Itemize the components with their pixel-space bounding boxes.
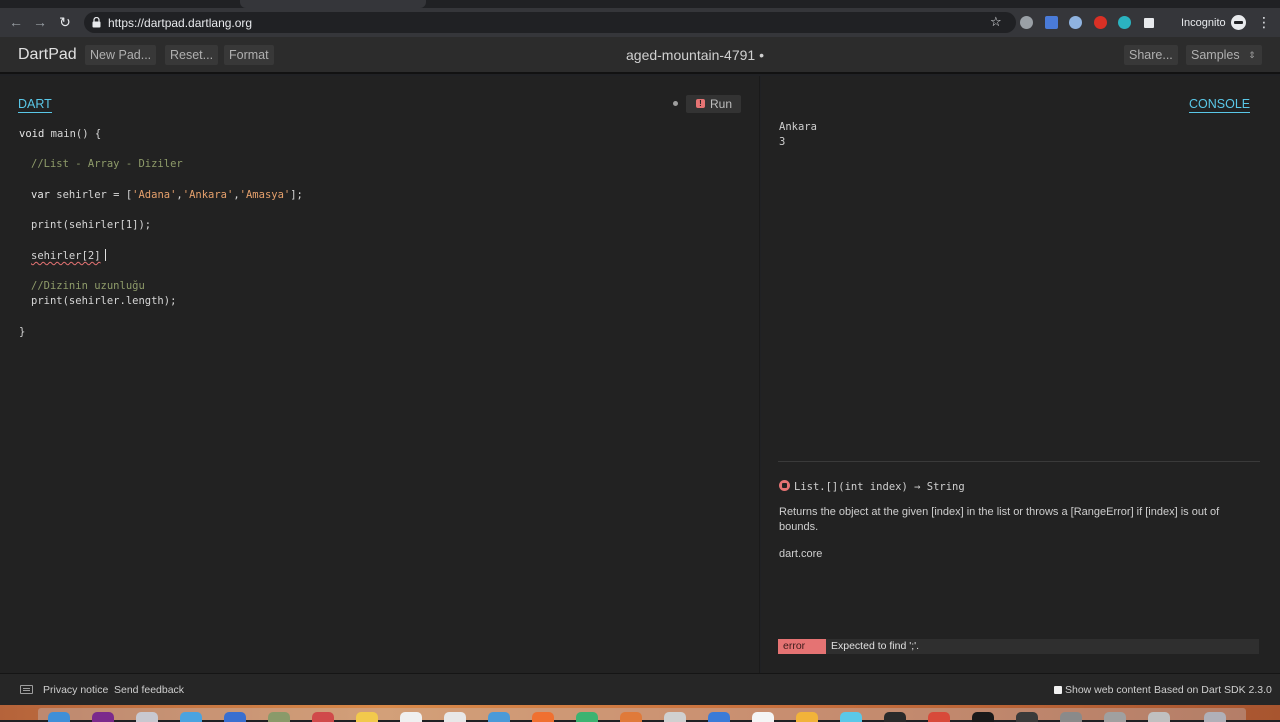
trash-icon[interactable] — [1204, 712, 1226, 722]
share-button[interactable]: Share... — [1124, 45, 1178, 65]
safari-app-icon[interactable] — [180, 712, 202, 722]
app-icon[interactable] — [884, 712, 906, 722]
issue-type-badge: error — [778, 639, 826, 654]
code-comment[interactable]: //List - Array - Diziler — [31, 157, 183, 171]
app-icon[interactable] — [664, 712, 686, 722]
app-icon[interactable] — [928, 712, 950, 722]
signature-text: List.[](int index) → String — [794, 481, 965, 493]
samples-dropdown[interactable]: Samples ⇕ — [1186, 45, 1262, 65]
app-icon[interactable] — [532, 712, 554, 722]
code-line[interactable]: sehirler[2] — [31, 249, 106, 263]
browser-tab-strip — [0, 0, 1280, 8]
documentation-description: Returns the object at the given [index] … — [779, 506, 1220, 533]
app-icon[interactable] — [1060, 712, 1082, 722]
sdk-version-label: Based on Dart SDK 2.3.0 — [1154, 684, 1272, 696]
app-icon[interactable] — [1016, 712, 1038, 722]
reload-icon[interactable]: ↻ — [56, 13, 74, 31]
run-button[interactable]: ! Run — [686, 95, 741, 113]
forward-arrow-icon[interactable]: → — [31, 13, 49, 31]
issue-row[interactable]: error Expected to find ';'. — [778, 639, 1259, 654]
extension-icon[interactable] — [1144, 18, 1154, 28]
code-editor-pane: DART ! Run void main() { //List - Array … — [0, 76, 760, 673]
app-icon[interactable] — [708, 712, 730, 722]
browser-menu-icon[interactable]: ⋮ — [1257, 14, 1271, 30]
app-title[interactable]: DartPad — [18, 45, 77, 65]
unsaved-status-dot — [673, 101, 678, 106]
app-icon[interactable] — [224, 712, 246, 722]
code-keyword: var — [31, 189, 50, 201]
code-error-text: sehirler[2] — [31, 250, 101, 262]
pad-name[interactable]: aged-mountain-4791 • — [626, 47, 764, 63]
privacy-notice-link[interactable]: Privacy notice — [43, 683, 108, 697]
code-line[interactable]: void main() { — [19, 127, 101, 141]
app-icon[interactable] — [1148, 712, 1170, 722]
format-button[interactable]: Format — [224, 45, 274, 65]
text-cursor — [104, 249, 106, 261]
lock-icon — [92, 17, 101, 28]
incognito-icon[interactable] — [1231, 15, 1246, 30]
app-icon[interactable] — [136, 712, 158, 722]
code-string: 'Amasya' — [239, 189, 291, 201]
tab-dart[interactable]: DART — [18, 96, 52, 113]
finder-app-icon[interactable] — [48, 712, 70, 722]
show-web-content-label[interactable]: Show web content — [1065, 683, 1151, 697]
keyboard-icon[interactable] — [20, 685, 33, 694]
app-icon[interactable] — [400, 712, 422, 722]
app-icon[interactable] — [576, 712, 598, 722]
send-feedback-link[interactable]: Send feedback — [114, 683, 184, 697]
code-text: sehirler = [ — [49, 189, 133, 201]
code-line[interactable]: print(sehirler.length); — [31, 294, 176, 308]
bookmark-star-icon[interactable]: ☆ — [990, 14, 1002, 30]
app-icon[interactable] — [444, 712, 466, 722]
app-icon[interactable] — [268, 712, 290, 722]
output-pane: CONSOLE Ankara 3 List.[](int index) → St… — [761, 76, 1280, 673]
reset-button[interactable]: Reset... — [165, 45, 219, 65]
app-icon[interactable] — [796, 712, 818, 722]
browser-toolbar: ← → ↻ https://dartpad.dartlang.org ☆ Inc… — [0, 8, 1280, 37]
address-bar-url[interactable]: https://dartpad.dartlang.org — [108, 16, 252, 30]
console-output-line: Ankara — [779, 121, 817, 133]
app-header: DartPad New Pad... Reset... Format aged-… — [0, 37, 1280, 74]
extension-icon[interactable] — [1069, 16, 1082, 29]
app-icon[interactable] — [1104, 712, 1126, 722]
browser-tab-active[interactable] — [240, 0, 426, 8]
extension-icon[interactable] — [1118, 16, 1131, 29]
error-indicator-icon: ! — [696, 99, 705, 108]
terminal-app-icon[interactable] — [972, 712, 994, 722]
new-pad-button[interactable]: New Pad... — [85, 45, 157, 65]
app-icon[interactable] — [840, 712, 862, 722]
code-line[interactable]: var sehirler = ['Adana','Ankara','Amasya… — [31, 188, 303, 202]
samples-label: Samples — [1191, 48, 1240, 62]
code-comment[interactable]: //Dizinin uzunluğu — [31, 279, 145, 293]
notes-app-icon[interactable] — [356, 712, 378, 722]
run-label: Run — [710, 97, 733, 111]
console-output-line: 3 — [779, 136, 786, 148]
app-icon[interactable] — [92, 712, 114, 722]
app-footer: Privacy notice Send feedback Show web co… — [0, 673, 1280, 705]
code-text: ]; — [290, 189, 303, 201]
app-icon[interactable] — [752, 712, 774, 722]
code-keyword: void — [19, 128, 45, 140]
extension-icon[interactable] — [1094, 16, 1107, 29]
incognito-label: Incognito — [1181, 17, 1226, 29]
tab-console[interactable]: CONSOLE — [1189, 96, 1251, 113]
back-arrow-icon[interactable]: ← — [7, 13, 25, 31]
code-string: 'Ankara' — [182, 189, 234, 201]
method-icon — [779, 480, 790, 491]
translate-extension-icon[interactable] — [1045, 16, 1058, 29]
code-string: 'Adana' — [132, 189, 177, 201]
chevron-up-down-icon: ⇕ — [1248, 50, 1256, 60]
app-icon[interactable] — [312, 712, 334, 722]
issue-message: Expected to find ';'. — [831, 640, 920, 652]
documentation-signature: List.[](int index) → String — [779, 480, 965, 494]
code-line[interactable]: } — [19, 325, 25, 339]
app-icon[interactable] — [488, 712, 510, 722]
documentation-divider[interactable] — [778, 461, 1260, 462]
documentation-library: dart.core — [779, 548, 823, 560]
extension-icon[interactable] — [1020, 16, 1033, 29]
app-icon[interactable] — [620, 712, 642, 722]
code-line[interactable]: print(sehirler[1]); — [31, 218, 151, 232]
show-web-content-checkbox[interactable] — [1054, 686, 1062, 694]
code-text: main() { — [44, 128, 102, 140]
